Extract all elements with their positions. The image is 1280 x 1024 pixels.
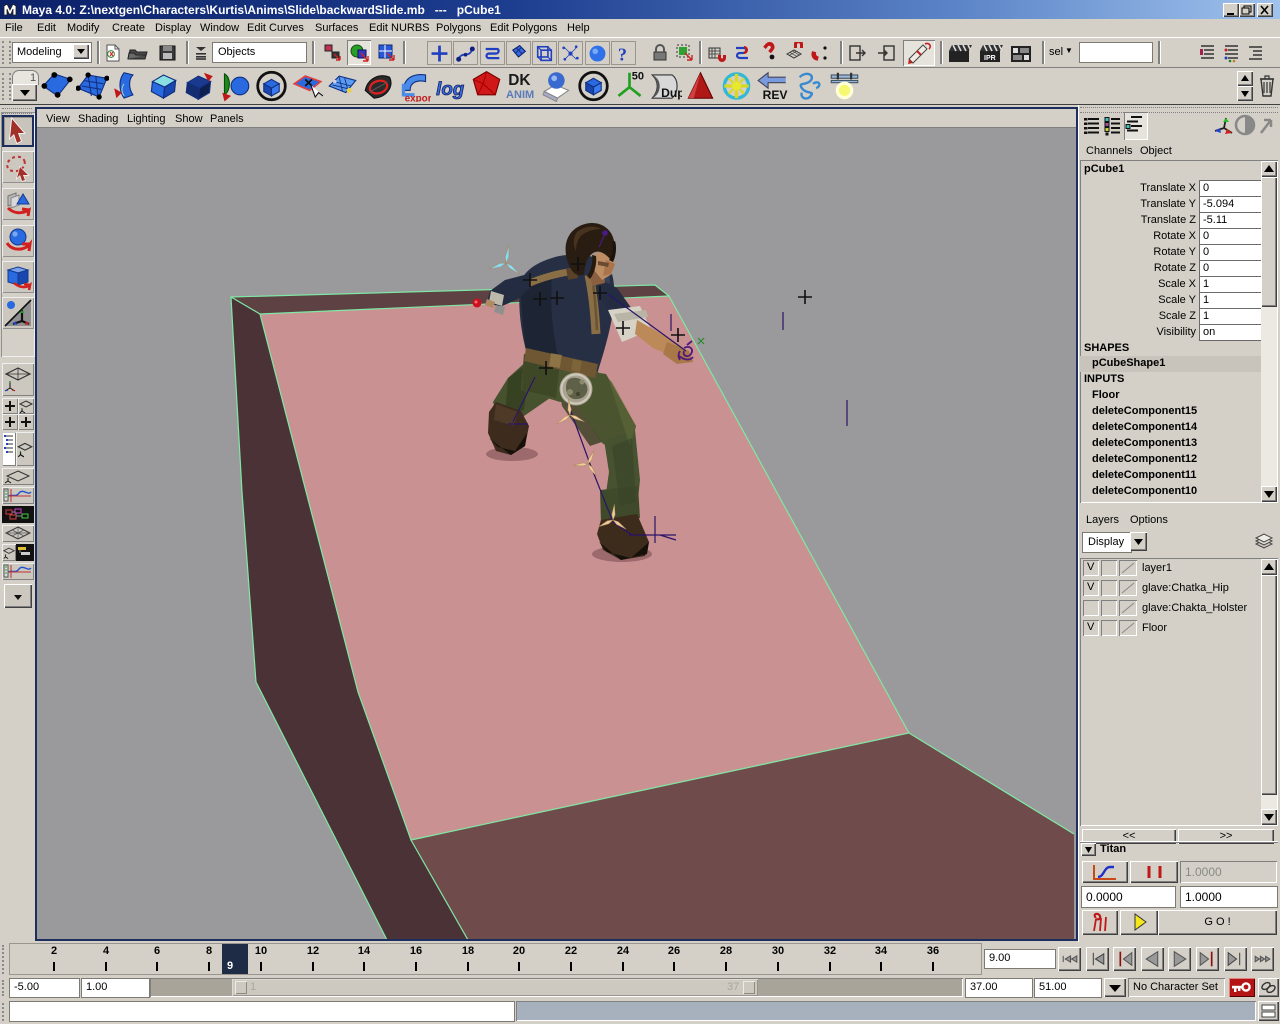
svg-text:ANIM: ANIM: [506, 89, 534, 101]
svg-text:?: ?: [618, 44, 627, 64]
svg-text:IPR: IPR: [984, 55, 996, 62]
svg-text:50: 50: [632, 70, 644, 82]
svg-text:Dup: Dup: [661, 86, 682, 100]
svg-text:log: log: [436, 78, 465, 99]
svg-text:DK: DK: [508, 72, 530, 89]
svg-text:export: export: [405, 93, 431, 102]
svg-text:REV: REV: [763, 88, 788, 102]
